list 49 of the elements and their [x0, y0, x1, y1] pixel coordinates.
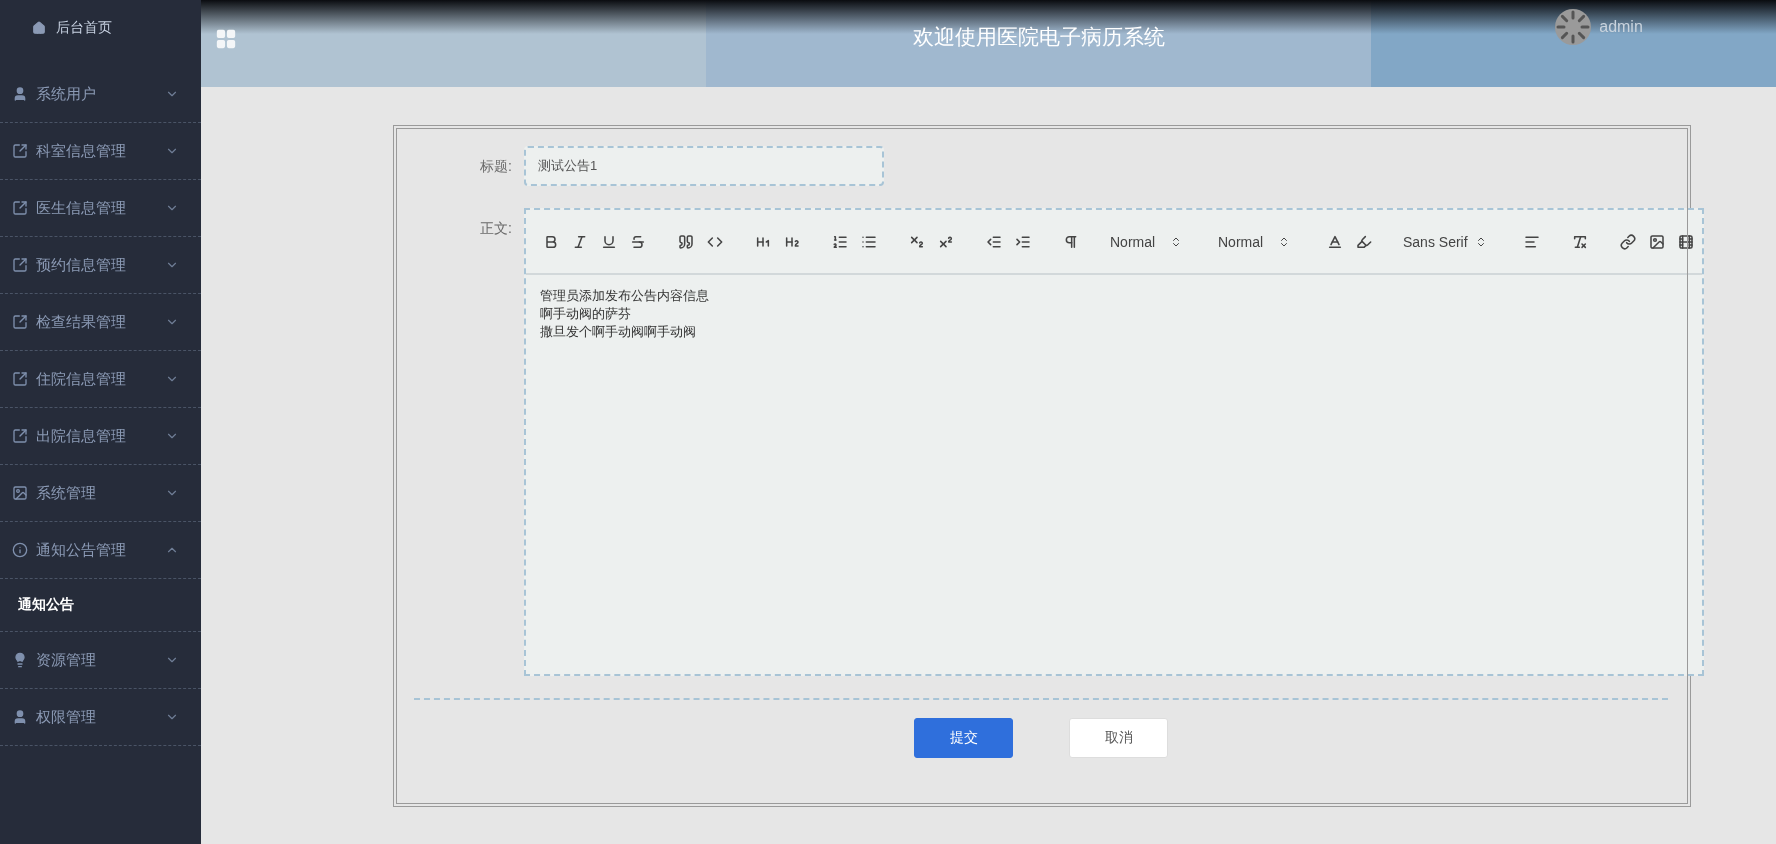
title-input[interactable]: 测试公告1	[524, 146, 884, 186]
field-label: 正文:	[479, 219, 512, 238]
info-icon	[12, 542, 28, 558]
lightbulb-icon	[12, 652, 28, 668]
underline-icon	[601, 233, 617, 250]
up-down-caret-icon	[1475, 235, 1487, 248]
sidebar-item[interactable]: 科室信息管理	[0, 123, 201, 180]
sidebar-item[interactable]: 资源管理	[0, 632, 201, 689]
link-icon	[1620, 233, 1636, 250]
strikethrough-icon	[630, 233, 646, 250]
font-picker[interactable]: Sans Serif	[1399, 233, 1491, 250]
bold-icon	[543, 233, 559, 250]
sidebar-item[interactable]: 权限管理	[0, 689, 201, 746]
up-down-caret-icon	[1170, 235, 1182, 248]
sidebar-item[interactable]: 住院信息管理	[0, 351, 201, 408]
body-text: 啊手动阀的萨芬	[540, 306, 632, 323]
editor-body[interactable]: 管理员添加发布公告内容信息 啊手动阀的萨芬 撒旦发个啊手动阀啊手动阀	[526, 275, 1702, 353]
video-icon	[1678, 233, 1694, 250]
submit-button[interactable]: 提交	[914, 718, 1013, 758]
image-icon	[12, 485, 28, 501]
text-direction-icon	[1063, 233, 1079, 250]
sidebar-item[interactable]: 出院信息管理	[0, 408, 201, 465]
italic-icon	[572, 233, 588, 250]
body-text: 撒旦发个啊手动阀啊手动阀	[540, 324, 697, 341]
image-icon	[1649, 233, 1665, 250]
page-title: 欢迎使用医院电子病历系统	[912, 23, 1165, 50]
body-text: 管理员添加发布公告内容信息	[540, 288, 710, 305]
text-color-icon	[1327, 233, 1343, 250]
sidebar-item[interactable]: 检查结果管理	[0, 294, 201, 351]
background-color-icon	[1356, 233, 1372, 250]
sidebar-subitem[interactable]: 通知公告	[0, 579, 201, 632]
user-icon	[12, 86, 28, 102]
format-picker[interactable]: Normal	[1106, 233, 1186, 250]
field-label: 标题:	[479, 157, 512, 176]
up-down-caret-icon	[1278, 235, 1290, 248]
sidebar-item[interactable]: 通知公告管理	[0, 522, 201, 579]
quote-icon	[678, 233, 694, 250]
sidebar-item[interactable]: 预约信息管理	[0, 237, 201, 294]
format-picker[interactable]: Normal	[1214, 233, 1294, 250]
clear-format-icon	[1572, 233, 1588, 250]
user-icon	[12, 709, 28, 725]
home-link[interactable]: 后台首页	[0, 0, 201, 56]
sidebar-item[interactable]: 系统管理	[0, 465, 201, 522]
sidebar-item[interactable]: 医生信息管理	[0, 180, 201, 237]
loading-icon	[1555, 8, 1592, 45]
rich-text-editor[interactable]: Normal Normal Sans Serif 管理员添加发布公告内容信息 啊手动阀的萨芬 撒旦发个啊手动阀啊手动阀	[524, 208, 1704, 676]
cancel-button[interactable]: 取消	[1069, 718, 1168, 758]
ordered-list-icon	[832, 233, 848, 250]
home-icon	[32, 21, 46, 35]
